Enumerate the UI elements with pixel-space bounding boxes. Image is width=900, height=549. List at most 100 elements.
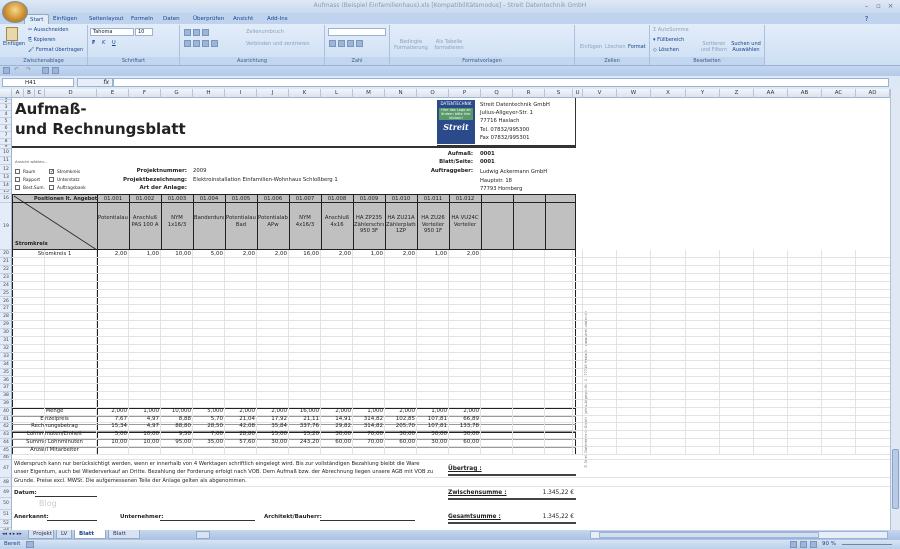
column-header-y[interactable]: Y [686,89,720,98]
row-header[interactable]: 10 [0,149,11,157]
save-icon[interactable] [3,67,10,74]
cut-button[interactable]: ✂ Ausschneiden [28,27,69,33]
summary-cell[interactable]: 16,000 [289,408,321,414]
insert-cells-button[interactable]: Einfügen [580,44,602,50]
column-header-x[interactable]: X [651,89,686,98]
row-header[interactable]: 49 [0,487,11,498]
tab-review[interactable]: Überprüfen [188,14,229,24]
align-icons[interactable] [184,29,209,36]
row-header[interactable]: 35 [0,369,11,377]
summary-cell[interactable]: 10,00 [129,431,161,437]
row-header[interactable]: 50 [0,498,11,510]
column-header-o[interactable]: O [417,89,449,98]
column-header-e[interactable]: E [97,89,129,98]
summary-cell[interactable]: 28,80 [225,431,257,437]
summary-cell[interactable]: 10,00 [97,439,129,445]
summary-cell[interactable]: 107,81 [417,423,449,429]
help-icon[interactable]: ? [862,15,871,23]
tab-data[interactable]: Daten [158,14,185,24]
column-header-z[interactable]: Z [720,89,754,98]
summary-cell[interactable]: 88,80 [161,423,193,429]
row-header[interactable]: 32 [0,345,11,353]
checkbox-icon[interactable] [15,177,20,182]
summary-cell[interactable]: 10,00 [129,439,161,445]
close-button[interactable]: × [886,2,895,10]
summary-cell[interactable]: 70,00 [353,439,385,445]
sheet-tab[interactable]: LV [56,530,72,539]
summary-cell[interactable]: 2,000 [385,408,417,414]
row-header[interactable]: 7 [0,132,11,139]
summary-cell[interactable]: 337,76 [289,423,321,429]
checkbox-icon[interactable]: ✓ [49,169,54,175]
number-icons[interactable] [329,40,363,47]
row-header[interactable]: 20 [0,250,11,258]
select-all-button[interactable] [0,89,12,98]
align-icons-row2[interactable] [184,40,218,47]
summary-cell[interactable]: 1,000 [129,408,161,414]
row-header[interactable]: 31 [0,337,11,345]
row-header[interactable]: 38 [0,392,11,401]
macro-record-icon[interactable] [26,541,34,548]
summary-cell[interactable]: 205,70 [385,423,417,429]
office-button[interactable] [2,1,28,23]
column-header-a[interactable]: A [12,89,24,98]
row-header[interactable]: 48 [0,478,11,487]
summary-cell[interactable]: 1,000 [353,408,385,414]
formula-input[interactable] [113,78,889,87]
summary-cell[interactable]: 35,00 [193,439,225,445]
summary-cell[interactable]: 30,00 [417,439,449,445]
column-header-v[interactable]: V [583,89,617,98]
fill-button[interactable]: ▾ Füllbereich [653,37,684,43]
insert-sheet-button[interactable] [196,531,210,539]
summary-cell[interactable]: 60,00 [321,439,353,445]
column-header-l[interactable]: L [321,89,353,98]
checkbox-icon[interactable] [15,169,20,174]
summary-cell[interactable]: 29,82 [321,423,353,429]
minimize-button[interactable]: – [862,2,871,10]
summary-cell[interactable]: 243,20 [289,439,321,445]
tab-view[interactable]: Ansicht [228,14,258,24]
column-header-w[interactable]: W [617,89,651,98]
row-header[interactable]: 12 [0,165,11,174]
summary-cell[interactable]: 35,84 [257,423,289,429]
summary-cell[interactable]: 42,08 [225,423,257,429]
font-size-select[interactable]: 10 [135,28,153,36]
summary-cell[interactable]: 15,34 [97,423,129,429]
row-header[interactable]: 3 [0,104,11,111]
summary-cell[interactable]: 2,000 [225,408,257,414]
view-option-checkbox[interactable]: Best.Sum. [15,185,45,191]
column-header-p[interactable]: P [449,89,481,98]
column-header-f[interactable]: F [129,89,161,98]
undo-icon[interactable]: ↶ [14,66,19,73]
sheet-tab[interactable]: Blatt 0001 [74,530,106,546]
summary-cell[interactable]: 7,00 [193,431,225,437]
column-header-s[interactable]: S [545,89,573,98]
underline-button[interactable]: U [112,40,116,46]
row-header[interactable]: 14 [0,182,11,190]
summary-cell[interactable]: 2,000 [97,408,129,414]
checkbox-icon[interactable] [49,185,54,190]
redo-icon[interactable]: ↷ [26,66,31,73]
row-header[interactable]: 11 [0,157,11,165]
row-header[interactable]: 28 [0,313,11,322]
normal-view-icon[interactable] [790,541,797,548]
column-header-u[interactable]: U [573,89,583,98]
row-header[interactable]: 22 [0,266,11,274]
summary-cell[interactable]: 30,00 [257,439,289,445]
row-header[interactable]: 42 [0,423,11,431]
preview-icon[interactable] [52,67,59,74]
summary-cell[interactable]: 2,000 [449,408,481,414]
sort-filter-button[interactable]: Sortieren und Filtern [700,41,728,53]
column-header-d[interactable]: D [45,89,97,98]
summary-cell[interactable]: 95,00 [161,439,193,445]
row-header[interactable]: 6 [0,125,11,132]
row-header[interactable]: 27 [0,305,11,314]
column-header-k[interactable]: K [289,89,321,98]
row-header[interactable]: 39 [0,400,11,408]
scroll-thumb[interactable] [892,449,899,509]
row-header[interactable]: 45 [0,447,11,455]
maximize-button[interactable]: ▫ [874,2,883,10]
summary-cell[interactable]: 60,00 [449,439,481,445]
copy-button[interactable]: ⎘ Kopieren [28,37,56,43]
row-header[interactable]: 30 [0,329,11,337]
